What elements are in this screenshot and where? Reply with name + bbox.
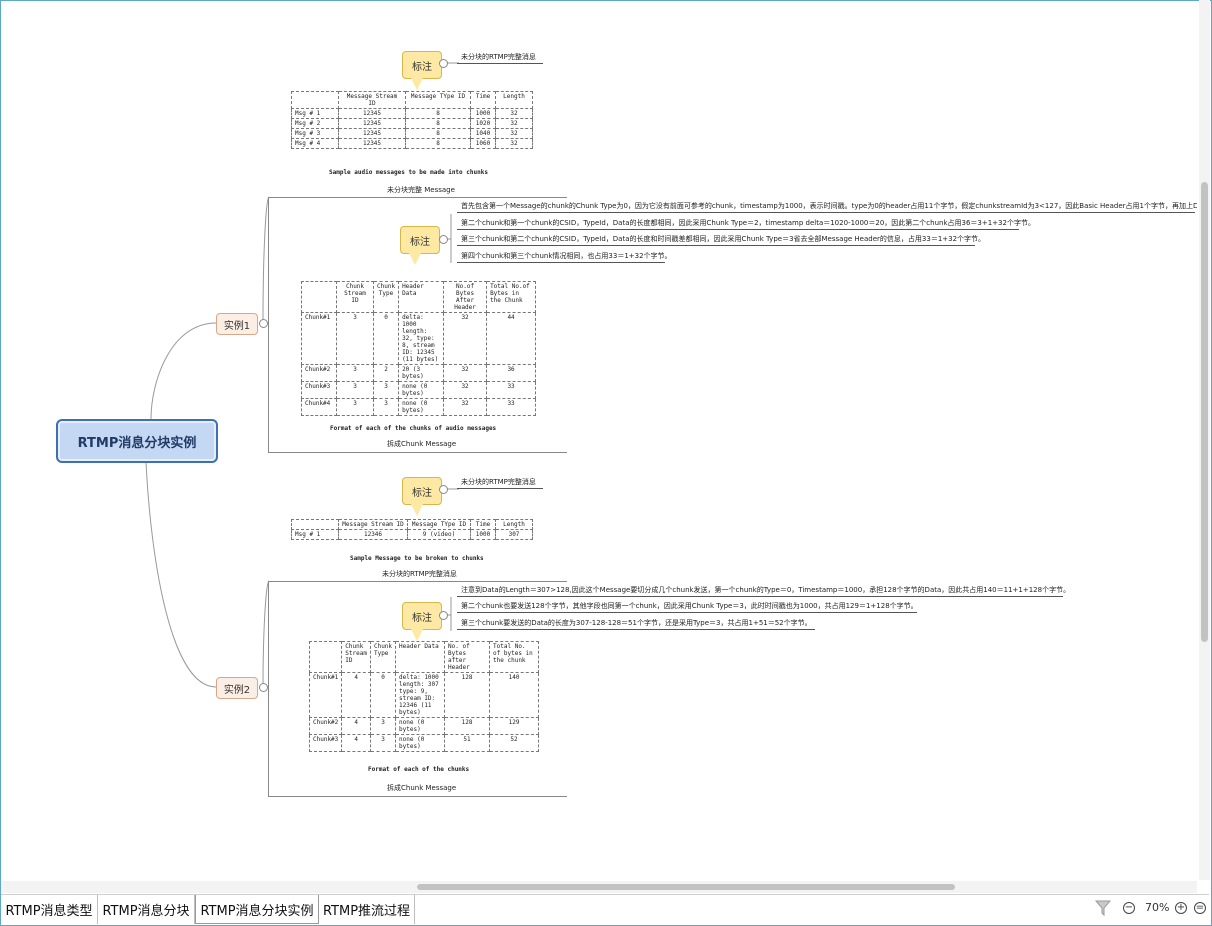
vertical-scroll-thumb[interactable]	[1201, 182, 1208, 642]
collapse-toggle-icon[interactable]	[259, 319, 268, 328]
callout-example2-top[interactable]: 标注	[402, 477, 442, 516]
branch-label: 实例2	[223, 684, 251, 696]
table-row: Chunk#2 3 2 20 (3 bytes) 32 36	[301, 364, 537, 382]
explanation-note: 第三个chunk要发送的Data的长度为307-128-128＝51个字节，还是…	[457, 619, 815, 630]
table-row: Msg # 3 12345 8 1040 32	[291, 128, 533, 139]
explanation-note: 第三个chunk和第二个chunk的CSID，TypeId，Data的长度和时间…	[457, 235, 985, 246]
root-label: RTMP消息分块实例	[77, 435, 197, 451]
explanation-note: 注意到Data的Length＝307>128,因此这个Message要切分成几个…	[457, 586, 1070, 597]
table-row: Chunk#1 4 0 delta: 1000 length: 307 type: 9…	[308, 672, 540, 718]
table-header	[308, 641, 343, 673]
tab-rtmp-chunking-examples[interactable]: RTMP消息分块实例	[195, 895, 319, 924]
callout-label: 标注	[412, 487, 432, 499]
vertical-scrollbar[interactable]	[1199, 0, 1210, 880]
message-table-example2: Message Stream ID Message TYpe ID Time Leng…	[291, 519, 533, 540]
table-row: Chunk#2 4 3 none (0 bytes) 128 129	[308, 717, 540, 735]
table-header: Chunk Type	[369, 641, 397, 673]
branch-label: 实例1	[223, 320, 251, 332]
table-header: No.of Bytes After Header	[443, 281, 488, 313]
table-header: Total No. of bytes in the chunk	[489, 641, 540, 673]
collapse-toggle-icon[interactable]	[439, 485, 448, 494]
table-header: Time	[470, 91, 496, 109]
filter-icon[interactable]	[1095, 899, 1111, 917]
explanation-note: 第二个chunk也要发送128个字节，其他字段也同第一个chunk，因此采用Ch…	[457, 602, 918, 613]
callout-example1-top[interactable]: 标注	[402, 51, 442, 90]
callout-label: 标注	[412, 612, 432, 624]
explanation-note: 第二个chunk和第一个chunk的CSID，TypeId，Data的长度都相同…	[457, 219, 1035, 230]
table-header: Total No.of Bytes in the Chunk	[486, 281, 537, 313]
callout-label: 标注	[410, 236, 430, 248]
table-row: Msg # 4 12345 8 1060 32	[291, 138, 533, 149]
callout-note: 未分块的RTMP完整消息	[457, 53, 543, 64]
callout-label: 标注	[412, 61, 432, 73]
message-table-example1: Message Stream ID Message TYpe ID Time Leng…	[291, 91, 533, 149]
table-row: Chunk#1 3 0 delta: 1000 length: 32, type: 8…	[301, 312, 537, 365]
topic-label: 未分块完整 Message	[387, 186, 455, 194]
tab-rtmp-message-types[interactable]: RTMP消息类型	[1, 895, 98, 924]
table-header: Time	[470, 519, 496, 530]
table-header: Chunk Stream ID	[336, 281, 374, 313]
table-header: Header Data	[395, 641, 446, 673]
table-header: Message TYpe ID	[407, 519, 471, 530]
tab-rtmp-message-chunking[interactable]: RTMP消息分块	[98, 895, 195, 924]
callout-note: 未分块的RTMP完整消息	[457, 478, 543, 489]
explanation-note: 第四个chunk和第三个chunk情况相同，也占用33＝1+32个字节。	[457, 252, 672, 263]
root-topic[interactable]: RTMP消息分块实例	[56, 419, 218, 463]
fit-icon[interactable]: =	[1194, 902, 1206, 914]
table-row: Chunk#4 3 3 none (0 bytes) 32 33	[301, 398, 537, 416]
topic-label: 拆成Chunk Message	[387, 784, 457, 792]
table-header: Message Stream ID	[338, 519, 408, 530]
table-row: Msg # 1 12345 8 1000 32	[291, 108, 533, 119]
table-header: Length	[495, 519, 533, 530]
table-header: Header Data	[398, 281, 445, 313]
table-caption: Format of each of the chunks of audio me…	[330, 425, 497, 432]
collapse-toggle-icon[interactable]	[439, 59, 448, 68]
table-caption: Sample audio messages to be made into ch…	[329, 169, 488, 176]
branch-example2[interactable]: 实例2	[216, 677, 258, 699]
table-header	[301, 281, 337, 313]
table-header: No. of Bytes after Header	[444, 641, 491, 673]
table-row: Chunk#3 3 3 none (0 bytes) 32 33	[301, 381, 537, 399]
chunk-table-example1: Chunk Stream ID Chunk Type Header Data No.o…	[301, 281, 537, 416]
table-caption: Format of each of the chunks	[368, 766, 470, 773]
table-caption: Sample Message to be broken to chunks	[350, 555, 484, 562]
zoom-out-icon[interactable]: −	[1123, 902, 1135, 914]
collapse-toggle-icon[interactable]	[259, 683, 268, 692]
branch-example1[interactable]: 实例1	[216, 313, 258, 335]
topic-label: 未分块的RTMP完整消息	[382, 570, 457, 578]
callout-example2-mid[interactable]: 标注	[402, 602, 442, 641]
table-row: Msg # 1 12346 9 (video) 1000 307	[291, 529, 533, 540]
table-header: Chunk Stream ID	[341, 641, 371, 673]
tab-rtmp-push-process[interactable]: RTMP推流过程	[319, 895, 415, 924]
horizontal-scroll-thumb[interactable]	[417, 884, 955, 890]
status-bar: RTMP消息类型 RTMP消息分块 RTMP消息分块实例 RTMP推流过程 − …	[1, 894, 1209, 925]
collapse-toggle-icon[interactable]	[439, 235, 448, 244]
table-header	[291, 519, 339, 530]
horizontal-scrollbar[interactable]	[1, 881, 1197, 893]
topic-label: 拆成Chunk Message	[387, 440, 457, 448]
zoom-in-icon[interactable]: +	[1175, 902, 1187, 914]
table-header: Chunk Type	[372, 281, 400, 313]
explanation-note: 首先包含第一个Message的chunk的Chunk Type为0，因为它没有前…	[457, 202, 1197, 213]
table-row: Msg # 2 12345 8 1020 32	[291, 118, 533, 129]
mindmap-canvas[interactable]: RTMP消息分块实例 实例1 标注 未分块的RTMP完整消息 Message S…	[1, 1, 1197, 881]
collapse-toggle-icon[interactable]	[439, 611, 448, 620]
zoom-level: 70%	[1145, 901, 1170, 914]
table-header: Message TYpe ID	[405, 91, 471, 109]
table-header: Message Stream ID	[338, 91, 406, 109]
callout-example1-mid[interactable]: 标注	[400, 226, 440, 265]
table-row: Chunk#3 4 3 none (0 bytes) 51 52	[308, 734, 540, 752]
table-header: Length	[495, 91, 533, 109]
chunk-table-example2: Chunk Stream ID Chunk Type Header Data No. …	[308, 641, 540, 752]
table-header	[291, 91, 339, 109]
